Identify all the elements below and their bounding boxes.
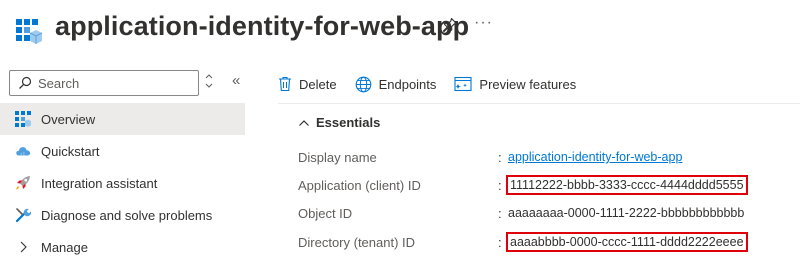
- sidebar-item-label: Overview: [41, 111, 96, 127]
- essentials-toggle[interactable]: Essentials: [298, 115, 380, 130]
- sidebar-item-label: Integration assistant: [41, 175, 158, 191]
- property-separator: :: [498, 234, 502, 250]
- sidebar-item-integration-assistant[interactable]: Integration assistant: [0, 167, 245, 199]
- property-row-client-id: Application (client) ID : 11112222-bbbb-…: [298, 174, 798, 196]
- sidebar-item-manage[interactable]: Manage: [0, 231, 245, 263]
- sidebar: Search « Overview Quickstart Integration…: [0, 64, 260, 270]
- property-label: Application (client) ID: [298, 177, 421, 193]
- globe-icon: [355, 76, 371, 92]
- collapse-sidebar-icon[interactable]: «: [232, 72, 240, 89]
- endpoints-label: Endpoints: [378, 76, 437, 92]
- chevron-right-icon: [15, 239, 31, 255]
- essentials-title: Essentials: [316, 115, 381, 130]
- sidebar-item-label: Manage: [41, 239, 88, 255]
- command-bar: Delete Endpoints Preview features: [278, 68, 594, 100]
- rocket-icon: [15, 175, 31, 191]
- object-id-value[interactable]: aaaaaaaa-0000-1111-2222-bbbbbbbbbbbb: [508, 206, 744, 220]
- pin-icon[interactable]: [441, 16, 459, 34]
- more-options-icon[interactable]: ···: [474, 14, 493, 32]
- delete-button[interactable]: Delete: [278, 76, 337, 92]
- display-name-link[interactable]: application-identity-for-web-app: [508, 150, 682, 164]
- toolbar-divider: [278, 103, 800, 104]
- property-label: Directory (tenant) ID: [298, 234, 416, 250]
- chevron-up-icon: [299, 119, 309, 126]
- search-icon: [19, 76, 32, 89]
- page-header: application-identity-for-web-app ···: [0, 0, 800, 58]
- preview-features-button[interactable]: Preview features: [454, 76, 576, 92]
- property-row-display-name: Display name : application-identity-for-…: [298, 146, 798, 168]
- page-title: application-identity-for-web-app: [55, 11, 470, 41]
- delete-label: Delete: [299, 76, 337, 92]
- property-row-tenant-id: Directory (tenant) ID : aaaabbbb-0000-cc…: [298, 231, 798, 253]
- sidebar-item-label: Quickstart: [41, 143, 100, 159]
- property-separator: :: [498, 149, 502, 165]
- sidebar-item-label: Diagnose and solve problems: [41, 207, 213, 223]
- sidebar-item-diagnose[interactable]: Diagnose and solve problems: [0, 199, 245, 231]
- sidebar-item-overview[interactable]: Overview: [0, 103, 245, 135]
- preview-features-icon: [454, 76, 472, 92]
- wrench-icon: [15, 207, 31, 223]
- property-separator: :: [498, 205, 502, 221]
- app-registration-icon: [16, 19, 42, 44]
- property-separator: :: [498, 177, 502, 193]
- property-row-object-id: Object ID : aaaaaaaa-0000-1111-2222-bbbb…: [298, 202, 798, 224]
- endpoints-button[interactable]: Endpoints: [355, 76, 437, 93]
- overview-grid-icon: [15, 111, 31, 127]
- client-id-value[interactable]: 11112222-bbbb-3333-cccc-4444dddd5555: [506, 175, 748, 195]
- property-label: Object ID: [298, 205, 353, 221]
- sidebar-item-quickstart[interactable]: Quickstart: [0, 135, 245, 167]
- preview-features-label: Preview features: [479, 76, 577, 92]
- search-input[interactable]: Search: [9, 70, 199, 96]
- trash-icon: [279, 76, 291, 92]
- tenant-id-value[interactable]: aaaabbbb-0000-cccc-1111-dddd2222eeee: [506, 232, 748, 252]
- search-placeholder: Search: [38, 75, 80, 91]
- expand-collapse-icon[interactable]: [203, 74, 215, 88]
- cloud-icon: [15, 143, 31, 159]
- property-label: Display name: [298, 149, 377, 165]
